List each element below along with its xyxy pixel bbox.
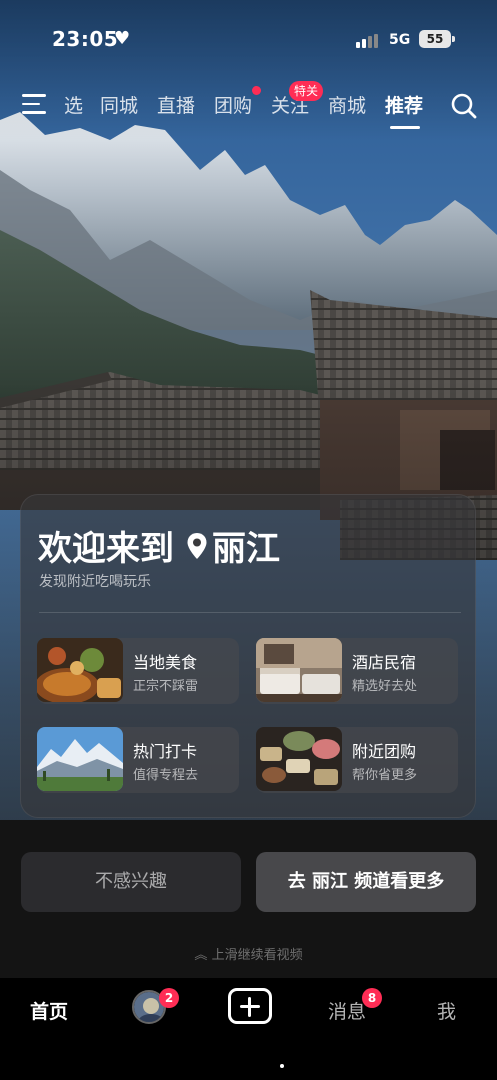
- tile-title: 当地美食: [133, 653, 198, 672]
- card-divider: [39, 612, 461, 613]
- bottom-tab-bar: 首页 2 消息 8 我: [0, 978, 497, 1080]
- swipe-hint-text: 上滑继续看视频: [211, 948, 303, 963]
- battery-icon: 55: [419, 30, 451, 48]
- tab-messages[interactable]: 消息: [328, 997, 366, 1024]
- tile-local-food[interactable]: 当地美食 正宗不踩雷: [37, 638, 239, 704]
- active-tab-indicator: [390, 126, 420, 129]
- food-thumbnail: [37, 638, 123, 702]
- tab-local[interactable]: 同城: [100, 91, 138, 118]
- welcome-text: 欢迎来到: [38, 529, 174, 569]
- swipe-hint: ︽ 上滑继续看视频: [0, 944, 497, 963]
- tile-nearby-group-buy[interactable]: 附近团购 帮你省更多: [256, 727, 458, 793]
- home-indicator: [280, 1064, 284, 1068]
- signal-icon: [356, 34, 378, 48]
- status-bar: 23:05 ♥ 5G 55: [0, 24, 497, 58]
- menu-icon[interactable]: [22, 94, 48, 116]
- tab-home[interactable]: 首页: [30, 997, 68, 1024]
- group-buy-thumbnail: [256, 727, 342, 791]
- snow-mountain-thumbnail: [37, 727, 123, 791]
- tab-group-buy[interactable]: 团购: [214, 91, 252, 118]
- tab-recommend[interactable]: 推荐: [385, 91, 423, 118]
- status-time: 23:05: [52, 27, 119, 51]
- tile-subtitle: 值得专程去: [133, 768, 199, 783]
- tile-title: 热门打卡: [133, 742, 198, 761]
- city-welcome-card: 欢迎来到 丽江 发现附近吃喝玩乐 当地美食 正宗不踩雷 酒店民宿 精选好去处 热…: [20, 494, 476, 818]
- tile-hotel[interactable]: 酒店民宿 精选好去处: [256, 638, 458, 704]
- city-name[interactable]: 丽江: [212, 521, 280, 570]
- tile-subtitle: 帮你省更多: [352, 768, 418, 783]
- tab-mall[interactable]: 商城: [328, 91, 366, 118]
- double-chevron-up-icon: ︽: [194, 948, 208, 963]
- network-type: 5G: [389, 32, 411, 48]
- tile-popular-spots[interactable]: 热门打卡 值得专程去: [37, 727, 239, 793]
- group-buy-red-dot: [252, 86, 261, 95]
- tile-subtitle: 精选好去处: [352, 679, 418, 694]
- battery-tip: [452, 36, 455, 42]
- card-subtitle: 发现附近吃喝玩乐: [39, 574, 151, 590]
- create-post-button[interactable]: [228, 988, 272, 1024]
- following-badge: 特关: [289, 81, 324, 101]
- tile-title: 酒店民宿: [352, 653, 417, 672]
- not-interested-button[interactable]: 不感兴趣: [21, 852, 241, 912]
- tab-live[interactable]: 直播: [157, 91, 195, 118]
- heart-icon: ♥: [114, 28, 131, 49]
- messages-badge: 8: [362, 988, 382, 1008]
- tile-title: 附近团购: [352, 742, 417, 761]
- search-icon[interactable]: [450, 92, 478, 120]
- friend-badge: 2: [159, 988, 179, 1008]
- tab-select[interactable]: 选: [64, 91, 83, 118]
- tab-me[interactable]: 我: [437, 997, 456, 1024]
- go-city-channel-button[interactable]: 去 丽江 频道看更多: [256, 852, 476, 912]
- tile-subtitle: 正宗不踩雷: [133, 679, 199, 694]
- card-title: 欢迎来到 丽江: [38, 521, 280, 570]
- hotel-thumbnail: [256, 638, 342, 702]
- location-pin-icon: [187, 532, 207, 559]
- top-nav: 选 同城 直播 团购 关注 特关 商城 推荐: [0, 81, 497, 129]
